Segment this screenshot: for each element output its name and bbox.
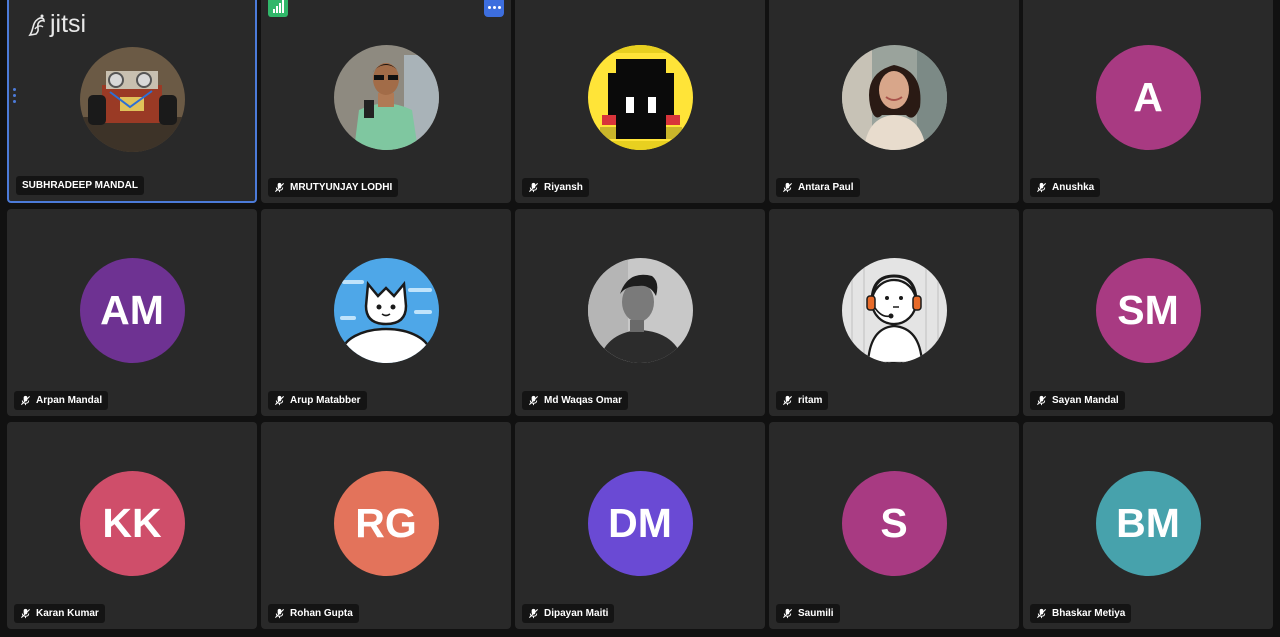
participant-tile[interactable]: ritam <box>769 209 1019 416</box>
participant-name-badge: Saumili <box>776 604 840 623</box>
participant-name: SUBHRADEEP MANDAL <box>22 180 138 191</box>
avatar <box>587 257 693 363</box>
participant-name: ritam <box>798 395 823 406</box>
participant-name-badge: Anushka <box>1030 178 1101 197</box>
avatar-initials: S <box>880 499 908 546</box>
participant-tile[interactable]: BM Bhaskar Metiya <box>1023 422 1273 629</box>
jitsi-logo: jitsi <box>26 10 86 39</box>
avatar <box>79 46 185 152</box>
participant-name-badge: SUBHRADEEP MANDAL <box>16 176 144 195</box>
participant-name: Antara Paul <box>798 182 854 193</box>
participant-grid: SUBHRADEEP MANDAL MRUTYUNJAY LODHI Riyan… <box>7 0 1273 629</box>
participant-name-badge: Rohan Gupta <box>268 604 359 623</box>
participant-tile[interactable]: Arup Matabber <box>261 209 511 416</box>
avatar-initials: SM <box>1117 286 1179 333</box>
participant-name-badge: ritam <box>776 391 829 410</box>
mic-muted-icon <box>274 182 285 193</box>
participant-tile[interactable]: A Anushka <box>1023 0 1273 203</box>
participant-name-badge: Bhaskar Metiya <box>1030 604 1132 623</box>
participant-name-badge: Antara Paul <box>776 178 860 197</box>
participant-tile[interactable]: SM Sayan Mandal <box>1023 209 1273 416</box>
mic-muted-icon <box>782 608 793 619</box>
participant-name: Md Waqas Omar <box>544 395 622 406</box>
avatar-initials: A <box>1133 73 1163 120</box>
avatar: BM <box>1095 470 1201 576</box>
jitsi-logo-icon <box>28 14 45 36</box>
mic-muted-icon <box>274 395 285 406</box>
participant-tile[interactable]: S Saumili <box>769 422 1019 629</box>
avatar: AM <box>79 257 185 363</box>
mic-muted-icon <box>1036 395 1047 406</box>
participant-tile[interactable]: KK Karan Kumar <box>7 422 257 629</box>
pixel-art-face-icon <box>587 44 693 150</box>
participant-name-badge: Riyansh <box>522 178 589 197</box>
participant-name: Bhaskar Metiya <box>1052 608 1126 619</box>
avatar <box>841 44 947 150</box>
mic-muted-icon <box>20 608 31 619</box>
cartoon-cat-icon <box>333 257 439 363</box>
avatar-initials: RG <box>355 499 417 546</box>
participant-name: Saumili <box>798 608 834 619</box>
avatar <box>333 44 439 150</box>
participant-name: Sayan Mandal <box>1052 395 1119 406</box>
mic-muted-icon <box>1036 608 1047 619</box>
avatar <box>841 257 947 363</box>
participant-name: Anushka <box>1052 182 1095 193</box>
participant-name: Rohan Gupta <box>290 608 353 619</box>
participant-name-badge: Karan Kumar <box>14 604 105 623</box>
participant-name: MRUTYUNJAY LODHI <box>290 182 393 193</box>
avatar <box>333 257 439 363</box>
participant-name: Dipayan Maiti <box>544 608 609 619</box>
participant-name: Arpan Mandal <box>36 395 103 406</box>
avatar <box>587 44 693 150</box>
more-options-icon[interactable] <box>484 0 504 17</box>
participant-name-badge: Arup Matabber <box>268 391 367 410</box>
avatar-initials: DM <box>608 499 672 546</box>
woman-smiling-photo-icon <box>841 44 947 150</box>
avatar-initials: AM <box>100 286 164 333</box>
participant-name-badge: Arpan Mandal <box>14 391 109 410</box>
participant-name: Arup Matabber <box>290 395 361 406</box>
avatar-initials: BM <box>1116 499 1180 546</box>
mic-muted-icon <box>20 395 31 406</box>
mic-muted-icon <box>528 182 539 193</box>
cartoon-headset-icon <box>841 257 947 363</box>
robot-car-photo-icon <box>79 46 185 152</box>
participant-name: Riyansh <box>544 182 583 193</box>
avatar: KK <box>79 470 185 576</box>
mic-muted-icon <box>528 395 539 406</box>
participant-tile[interactable]: Riyansh <box>515 0 765 203</box>
avatar: A <box>1095 44 1201 150</box>
avatar: DM <box>587 470 693 576</box>
participant-tile[interactable]: DM Dipayan Maiti <box>515 422 765 629</box>
participant-tile[interactable]: Md Waqas Omar <box>515 209 765 416</box>
jitsi-logo-text: jitsi <box>50 10 87 38</box>
mic-muted-icon <box>782 182 793 193</box>
participant-tile[interactable]: AM Arpan Mandal <box>7 209 257 416</box>
mic-muted-icon <box>274 608 285 619</box>
mic-muted-icon <box>1036 182 1047 193</box>
avatar-initials: KK <box>102 499 162 546</box>
participant-name-badge: Dipayan Maiti <box>522 604 615 623</box>
avatar: S <box>841 470 947 576</box>
participant-tile[interactable]: RG Rohan Gupta <box>261 422 511 629</box>
participant-tile[interactable]: MRUTYUNJAY LODHI <box>261 0 511 203</box>
participant-name-badge: MRUTYUNJAY LODHI <box>268 178 399 197</box>
man-grayscale-photo-icon <box>587 257 693 363</box>
mic-muted-icon <box>528 608 539 619</box>
participant-name: Karan Kumar <box>36 608 99 619</box>
drag-handle-icon[interactable] <box>13 88 16 103</box>
man-selfie-photo-icon <box>333 44 439 150</box>
avatar: RG <box>333 470 439 576</box>
connection-status-icon[interactable] <box>268 0 288 17</box>
avatar: SM <box>1095 257 1201 363</box>
participant-name-badge: Md Waqas Omar <box>522 391 628 410</box>
participant-name-badge: Sayan Mandal <box>1030 391 1125 410</box>
mic-muted-icon <box>782 395 793 406</box>
participant-tile[interactable]: Antara Paul <box>769 0 1019 203</box>
